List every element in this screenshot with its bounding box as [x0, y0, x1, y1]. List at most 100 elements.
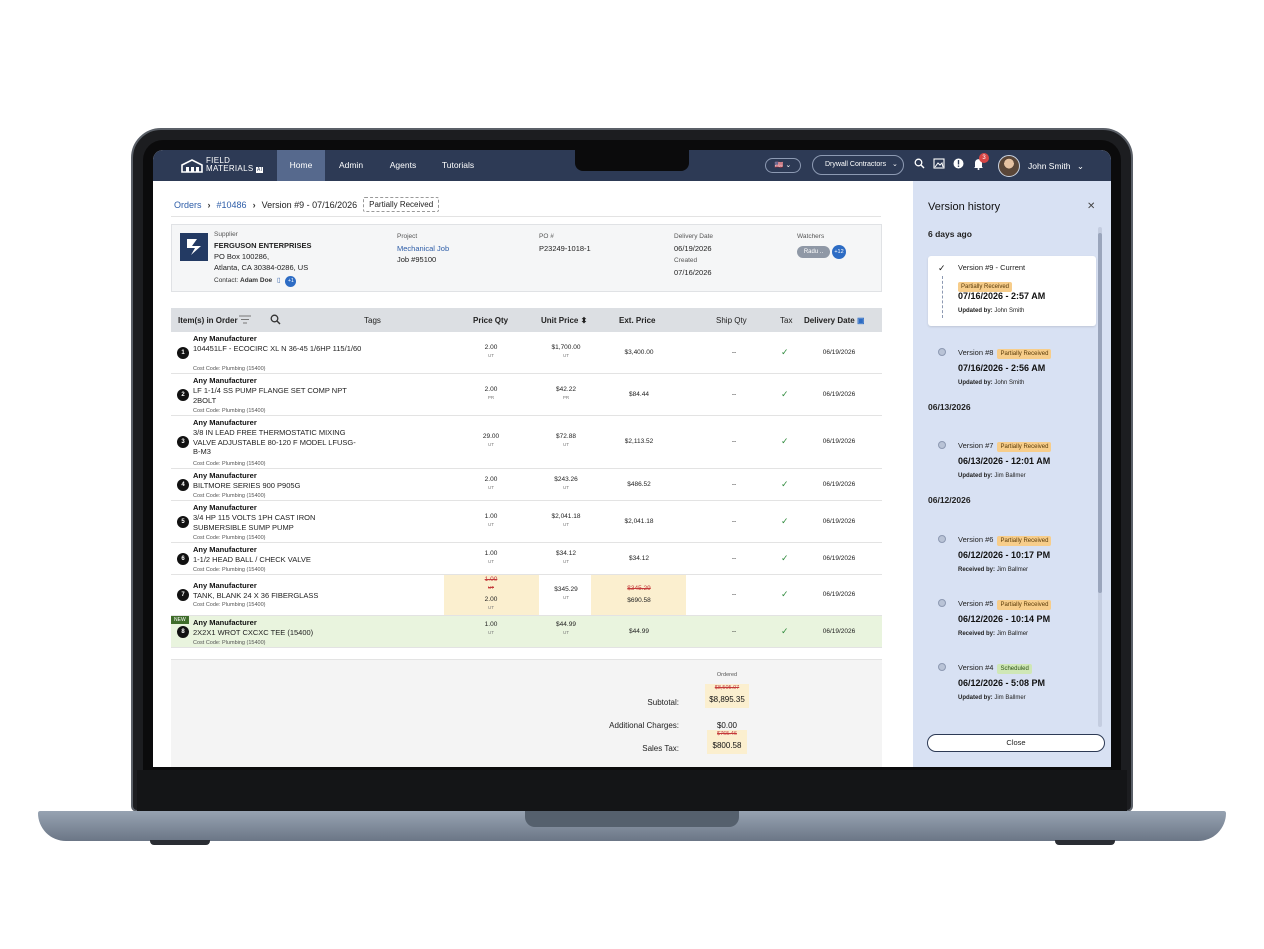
search-icon[interactable]	[270, 314, 281, 327]
ext-price: $690.58	[627, 597, 651, 604]
item-description: 104451LF - ECOCIRC XL N 36-45 1/6HP 115/…	[193, 344, 362, 353]
nav-tab-home[interactable]: Home	[277, 150, 325, 181]
avatar[interactable]	[998, 155, 1020, 177]
ext-price: $44.99	[629, 628, 649, 635]
scrollbar-thumb[interactable]	[1098, 233, 1102, 593]
ship-qty: --	[731, 481, 737, 488]
column-header-unit-price[interactable]: Unit Price ⬍	[541, 316, 587, 325]
version-item[interactable]: Version #6 Partially Received 06/12/2026 …	[928, 530, 1096, 590]
delivery-date: 06/19/2026	[674, 244, 712, 253]
calendar-icon[interactable]: ▣	[857, 316, 865, 325]
table-row[interactable]: Any Manufacturer 6 1-1/2 HEAD BALL / CHE…	[171, 543, 882, 575]
price-qty: 2.00 UT	[484, 344, 498, 358]
watchers-more-badge[interactable]: +12	[832, 245, 846, 259]
ordered-label: Ordered	[716, 672, 738, 678]
delivery-date: 06/19/2026	[822, 438, 856, 445]
created-label: Created	[674, 257, 698, 264]
row-number: 2	[177, 389, 189, 401]
timeline-dot	[938, 663, 946, 671]
contact-extra-badge[interactable]: +1	[285, 276, 297, 287]
watcher-chip[interactable]: Radu ..	[797, 246, 830, 258]
ship-qty: --	[731, 391, 737, 398]
delivery-date: 06/19/2026	[822, 555, 856, 562]
delivery-date: 06/19/2026	[822, 349, 856, 356]
delivery-date: 06/19/2026	[822, 591, 856, 598]
version-author: Updated by: Jim Ballmer	[958, 473, 1026, 479]
ext-price: $84.44	[629, 391, 649, 398]
nav-tab-tutorials[interactable]: Tutorials	[435, 150, 481, 181]
version-author: Received by: Jim Ballmer	[958, 631, 1029, 637]
project-link[interactable]: Mechanical Job	[397, 244, 449, 253]
phone-icon[interactable]: ▯	[277, 277, 281, 284]
image-gallery-icon[interactable]	[933, 158, 945, 174]
po-label: PO #	[539, 233, 554, 240]
version-author: Received by: Jim Ballmer	[958, 567, 1029, 573]
table-row[interactable]: Any Manufacturer 2 LF 1-1/4 SS PUMP FLAN…	[171, 374, 882, 416]
table-row[interactable]: Any Manufacturer 5 3/4 HP 115 VOLTS 1PH …	[171, 501, 882, 543]
supplier-contact: Contact: Adam Doe ▯ +1	[214, 276, 297, 287]
chevron-right-icon: ›	[207, 199, 211, 210]
breadcrumb-order-link[interactable]: #10486	[217, 200, 247, 210]
price-qty: 2.00 UT	[484, 476, 498, 490]
order-info-card: Supplier FERGUSON ENTERPRISES PO Box 100…	[171, 224, 882, 292]
cost-code: Cost Code: Plumbing (15400)	[193, 493, 266, 499]
column-header-items: Item(s) in Order	[178, 316, 238, 325]
ext-price: $2,113.52	[624, 438, 654, 445]
close-button[interactable]: Close	[927, 734, 1105, 752]
sales-tax-previous: $765.46	[717, 731, 737, 737]
table-row[interactable]: Any Manufacturer 1 104451LF - ECOCIRC XL…	[171, 332, 882, 374]
cost-code: Cost Code: Plumbing (15400)	[193, 640, 266, 646]
search-icon[interactable]	[914, 158, 925, 174]
version-label: Version #4 Scheduled	[958, 663, 1032, 674]
item-description: 3/8 IN LEAD FREE THERMOSTATIC MIXING VAL…	[193, 428, 356, 456]
version-item-current[interactable]: ✓ Version #9 - Current Partially Receive…	[928, 256, 1096, 326]
breadcrumb-orders-link[interactable]: Orders	[174, 200, 202, 210]
close-icon[interactable]: ✕	[1087, 201, 1095, 212]
table-row[interactable]: Any Manufacturer 7 TANK, BLANK 24 X 36 F…	[171, 575, 882, 616]
version-label: Version #5 Partially Received	[958, 599, 1052, 610]
price-qty: 1.00 UT	[484, 621, 498, 635]
row-number: 8	[177, 626, 189, 638]
order-totals: Ordered Subtotal: $8,505.07 $8,895.35 Ad…	[171, 659, 882, 767]
alert-icon[interactable]	[953, 158, 964, 174]
divider	[171, 216, 881, 217]
laptop-foot	[1055, 840, 1115, 845]
delivery-date: 06/19/2026	[822, 391, 856, 398]
version-item[interactable]: Version #5 Partially Received 06/12/2026 …	[928, 594, 1096, 654]
price-qty: 1.00 UT	[484, 513, 498, 527]
table-row[interactable]: NEW Any Manufacturer 8 2X2X1 WROT CXCXC …	[171, 616, 882, 648]
check-icon: ✓	[781, 436, 789, 446]
check-icon: ✓	[781, 516, 789, 526]
version-item[interactable]: Version #8 Partially Received 07/16/2026 …	[928, 343, 1096, 403]
delivery-date-label: Delivery Date	[674, 233, 714, 240]
filter-icon[interactable]	[239, 315, 251, 326]
nav-tab-agents[interactable]: Agents	[381, 150, 425, 181]
row-number: 4	[177, 479, 189, 491]
version-label: Version #8 Partially Received	[958, 348, 1052, 359]
price-qty: 1.00 UT	[484, 550, 498, 564]
timeline-dot	[938, 348, 946, 356]
ext-price: $3,400.00	[624, 349, 654, 356]
manufacturer: Any Manufacturer	[193, 545, 257, 554]
table-row[interactable]: Any Manufacturer 3 3/8 IN LEAD FREE THER…	[171, 416, 882, 469]
user-menu[interactable]: John Smith ⌄	[1028, 161, 1084, 172]
organization-selector[interactable]: Drywall Contractors ⌄	[812, 155, 904, 175]
item-description: 2X2X1 WROT CXCXC TEE (15400)	[193, 628, 314, 637]
version-timestamp: 07/16/2026 - 2:57 AM	[958, 291, 1046, 301]
version-group-date: 06/12/2026	[928, 495, 971, 505]
cost-code: Cost Code: Plumbing (15400)	[193, 602, 266, 608]
app-logo[interactable]: FIELD MATERIALS AI	[181, 157, 264, 174]
timeline-dot	[938, 535, 946, 543]
check-icon: ✓	[781, 626, 789, 636]
nav-tab-admin[interactable]: Admin	[329, 150, 373, 181]
unit-price: $42.22 PR	[556, 386, 576, 400]
ship-qty: --	[731, 628, 737, 635]
delivery-date: 06/19/2026	[822, 628, 856, 635]
sort-icon[interactable]: ⬍	[581, 316, 588, 325]
version-item[interactable]: Version #7 Partially Received 06/13/2026 …	[928, 436, 1096, 496]
row-number: 6	[177, 553, 189, 565]
version-item[interactable]: Version #4 Scheduled 06/12/2026 - 5:08 PM…	[928, 658, 1096, 718]
language-selector[interactable]: 🇺🇸 ⌄	[765, 158, 801, 173]
unit-price: $243.26 UT	[554, 476, 578, 490]
table-row[interactable]: Any Manufacturer 4 BILTMORE SERIES 900 P…	[171, 469, 882, 501]
